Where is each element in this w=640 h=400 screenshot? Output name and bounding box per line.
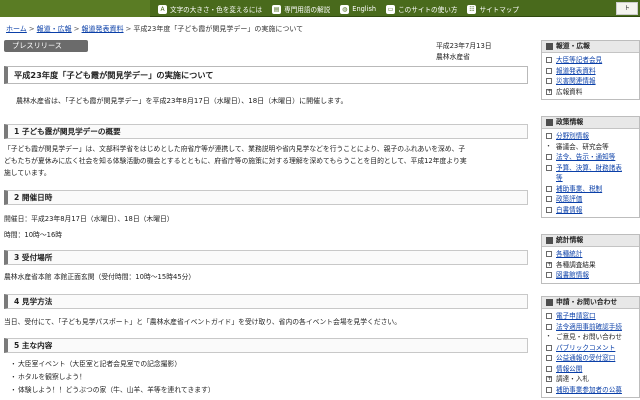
checkbox-icon xyxy=(546,365,552,372)
sidebar-item-library[interactable]: 図書館情報 xyxy=(542,270,639,281)
checkbox-icon xyxy=(546,344,552,351)
text-size-icon: A xyxy=(158,4,167,14)
sidebar-box-title: 統計情報 xyxy=(542,235,639,247)
sidebar-item-stats[interactable]: 各種統計 xyxy=(542,249,639,260)
sidebar-box-press: 報道・広報 大臣等記者会見 報道発表資料 災害関連情報 広報資料 xyxy=(541,40,640,100)
checkbox-icon xyxy=(546,251,552,257)
sidebar-box-title: 申請・お問い合わせ xyxy=(542,297,639,309)
press-release-badge: プレスリリース xyxy=(4,40,88,52)
section-body-overview: 「子ども霞が関見学デー」は、文部科学省をはじめとした府省庁等が連携して、業務説明… xyxy=(4,145,467,177)
sidebar-item-disclosure[interactable]: 情報公開 xyxy=(542,364,639,375)
checkbox-icon xyxy=(546,67,552,74)
sidebar-item-pr-materials[interactable]: 広報資料 xyxy=(542,87,639,97)
release-date-block: 平成23年7月13日 農林水産省 xyxy=(436,41,492,63)
sidebar-item-e-application[interactable]: 電子申請窓口 xyxy=(542,311,639,322)
sidebar-box-contact: 申請・お問い合わせ 電子申請窓口 法令適用事前確認手続 ご意見・お問い合わせ パ… xyxy=(541,296,640,398)
topnav-glossary[interactable]: ▤ 専門用語の解説 xyxy=(272,3,330,15)
ministry-name: 農林水産省 xyxy=(436,53,470,61)
sidebar-item-budget-cont[interactable]: 等 xyxy=(542,173,639,184)
breadcrumb-press[interactable]: 報道・広報 xyxy=(37,25,72,33)
section-heading-contents: 5 主な内容 xyxy=(4,338,528,353)
sidebar-item-disaster[interactable]: 災害関連情報 xyxy=(542,76,639,87)
sidebar-item-subsidy-call[interactable]: 補助事業参加者の公募 xyxy=(542,385,639,396)
sidebar-item-surveys[interactable]: 各種調査結果 xyxy=(542,260,639,270)
sidebar-item-budget[interactable]: 予算、決算、財務諸表 xyxy=(542,163,639,174)
checkbox-icon xyxy=(546,272,552,278)
list-item: 体験しよう！！どうぶつの家（牛、山羊、羊等を連れてきます） xyxy=(10,384,534,397)
sidebar-item-whistleblower[interactable]: 公益通報の受付窓口 xyxy=(542,353,639,364)
checkbox-icon xyxy=(546,185,552,192)
main-content: 平成23年度「子ども霞が関見学デー」の実施について 農林水産省は、「子ども霞が関… xyxy=(4,66,528,397)
square-icon xyxy=(546,299,553,306)
sidebar-item-press-conference[interactable]: 大臣等記者会見 xyxy=(542,55,639,66)
checkbox-icon xyxy=(546,323,552,330)
breadcrumb: ホーム > 報道・広報 > 報道発表資料 > 平成23年度「子ども霞が関見学デー」の実施につ… xyxy=(6,25,304,33)
section-heading-datetime: 2 開催日時 xyxy=(4,190,528,205)
breadcrumb-current: 平成23年度「子ども霞が関見学デー」の実施について xyxy=(133,25,304,33)
section-body-reception: 農林水産省本館 本館正面玄関（受付時間：10時～15時45分） xyxy=(4,273,196,281)
sidebar-box-title: 政策情報 xyxy=(542,117,639,129)
sidebar-item-public-comment[interactable]: パブリックコメント xyxy=(542,343,639,354)
sidebar-item-no-action-letter[interactable]: 法令適用事前確認手続 xyxy=(542,322,639,333)
dot-icon xyxy=(545,331,552,342)
sidebar-box-statistics: 統計情報 各種統計 各種調査結果 図書館情報 xyxy=(541,234,640,284)
lead-paragraph: 農林水産省は、「子ども霞が関見学デー」を平成23年8月17日（水曜日）、18日（… xyxy=(16,97,348,105)
dot-icon xyxy=(545,141,552,151)
checkbox-icon xyxy=(546,386,552,393)
checkbox-icon xyxy=(546,313,552,319)
list-item: 大臣室イベント（大臣室と記者会見室での記念撮影） xyxy=(10,358,534,371)
section-body-method: 当日、受付にて、「子ども見学パスポート」と「農林水産省イベントガイド」を受け取り… xyxy=(4,318,402,326)
sidebar-item-laws[interactable]: 法令、告示・通知等 xyxy=(542,152,639,163)
sidebar-item-evaluation[interactable]: 政策評価 xyxy=(542,194,639,205)
globe-icon: ◍ xyxy=(340,4,350,14)
sidebar-item-councils[interactable]: 審議会、研究会等 xyxy=(542,141,639,153)
lead-row: 農林水産省は、「子ども霞が関見学デー」を平成23年8月17日（水曜日）、18日（… xyxy=(4,92,528,108)
checkbox-icon xyxy=(546,164,552,171)
monitor-icon: ▭ xyxy=(386,4,396,14)
sidebar-box-policy: 政策情報 分野別情報 審議会、研究会等 法令、告示・通知等 予算、決算、財務諸表… xyxy=(541,116,640,218)
section-heading-method: 4 見学方法 xyxy=(4,294,528,309)
plus-icon xyxy=(546,87,552,97)
sidebar-item-procurement[interactable]: 調達・入札 xyxy=(542,374,639,385)
checkbox-icon xyxy=(546,57,552,63)
section-body-datetime: 開催日：平成23年8月17日（水曜日）、18日（木曜日） 時間：10時～16時 xyxy=(4,215,174,239)
square-icon xyxy=(546,237,553,244)
sidebar-item-whitepaper[interactable]: 白書情報 xyxy=(542,205,639,216)
release-date: 平成23年7月13日 xyxy=(436,42,492,50)
topnav-sitemap[interactable]: ☷ サイトマップ xyxy=(467,3,519,15)
section-heading-reception: 3 受付場所 xyxy=(4,250,528,265)
checkbox-icon xyxy=(546,78,552,84)
breadcrumb-press-releases[interactable]: 報道発表資料 xyxy=(82,25,124,33)
page-title: 平成23年度「子ども霞が関見学デー」の実施について xyxy=(4,66,528,84)
book-icon: ▤ xyxy=(272,4,282,14)
sidebar-item-field-info[interactable]: 分野別情報 xyxy=(542,131,639,142)
sidebar-box-title: 報道・広報 xyxy=(542,41,639,53)
plus-icon xyxy=(546,260,552,270)
sidebar-item-inquiries[interactable]: ご意見・お問い合わせ xyxy=(542,331,639,343)
square-icon xyxy=(546,119,553,126)
checkbox-icon xyxy=(546,355,552,361)
section-heading-overview: 1 子ども霞が関見学デーの概要 xyxy=(4,124,528,139)
checkbox-icon xyxy=(546,206,552,213)
sidebar-item-subsidy[interactable]: 補助事業、税制 xyxy=(542,184,639,195)
breadcrumb-home[interactable]: ホーム xyxy=(6,25,27,33)
checkbox-icon xyxy=(546,133,552,139)
topnav-text-size[interactable]: A 文字の大きさ・色を変えるには xyxy=(158,3,262,15)
top-utility-bar: A 文字の大きさ・色を変えるには ▤ 専門用語の解説 ◍ English ▭ このサイト… xyxy=(0,0,640,17)
event-list: 大臣室イベント（大臣室と記者会見室での記念撮影） ホタルを観察しよう！ 体験しよ… xyxy=(10,358,534,397)
checkbox-icon xyxy=(546,154,552,160)
topnav-how-to-use[interactable]: ▭ このサイトの使い方 xyxy=(386,3,457,15)
sitemap-icon: ☷ xyxy=(467,4,477,14)
list-item: ホタルを観察しよう！ xyxy=(10,371,534,384)
topnav-english[interactable]: ◍ English xyxy=(340,3,376,15)
checkbox-icon xyxy=(546,196,552,202)
plus-icon xyxy=(546,374,552,385)
square-icon xyxy=(546,43,553,50)
top-navigation: A 文字の大きさ・色を変えるには ▤ 専門用語の解説 ◍ English ▭ このサイト… xyxy=(158,3,519,15)
site-logo-strip xyxy=(0,0,150,17)
top-right-tab[interactable]: ト xyxy=(616,2,638,15)
sidebar-item-press-releases[interactable]: 報道発表資料 xyxy=(542,66,639,77)
